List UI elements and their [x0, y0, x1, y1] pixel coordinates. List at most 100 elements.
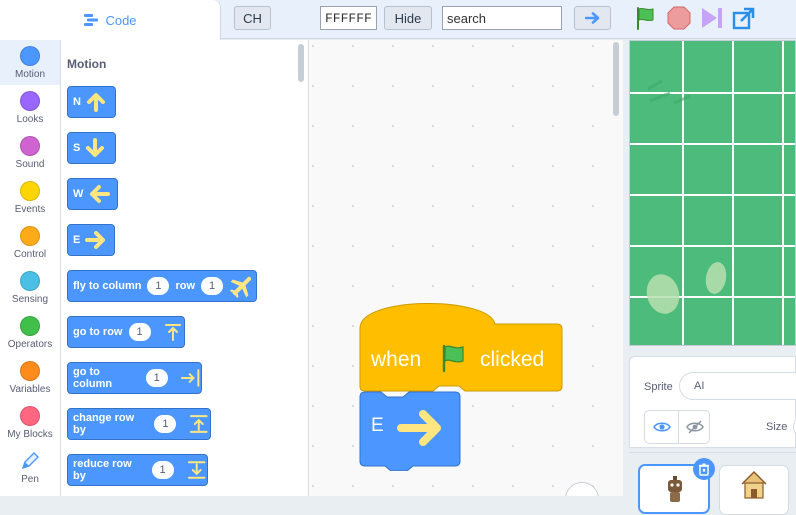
arrow-right-icon [85, 231, 106, 249]
hat-when-label: when [371, 348, 422, 371]
category-label: Pen [21, 473, 39, 485]
looks-category-icon [20, 90, 40, 111]
category-label: Looks [16, 113, 44, 125]
step-icon[interactable] [699, 5, 725, 31]
block-label: fly to column [73, 280, 142, 292]
arrow-up-icon [86, 93, 105, 112]
script-workspace[interactable]: when clicked E [309, 40, 623, 496]
events-category-icon [20, 180, 40, 201]
block-label: go to column [73, 366, 113, 390]
pen-category-icon [21, 451, 39, 469]
category-label: Operators [7, 338, 53, 350]
category-label: Sound [15, 158, 45, 170]
hide-sprite-button[interactable] [679, 411, 710, 443]
block-label: E [73, 234, 81, 246]
row-amount-input[interactable]: 1 [151, 461, 174, 479]
category-menu: Motion Looks Sound Events Control Sensin… [0, 40, 61, 496]
column-input[interactable]: 1 [145, 369, 168, 387]
block-west[interactable]: W [67, 178, 118, 210]
category-sound[interactable]: Sound [0, 130, 60, 175]
category-label: Control [13, 248, 47, 260]
search-input[interactable]: search [442, 6, 562, 30]
variables-category-icon [20, 360, 40, 381]
workspace-scrollbar[interactable] [613, 42, 619, 116]
block-label: change row by [73, 412, 135, 436]
stop-icon[interactable] [666, 5, 692, 31]
eye-hidden-icon [685, 420, 704, 434]
sprite-name-input[interactable]: AI [679, 372, 796, 400]
block-label: W [73, 188, 84, 200]
arrow-down-icon [86, 138, 105, 157]
show-sprite-button[interactable] [645, 411, 679, 443]
block-east[interactable]: E [67, 224, 115, 256]
block-label: N [73, 96, 81, 108]
robot-sprite-icon [668, 476, 682, 502]
block-south[interactable]: S [67, 132, 116, 164]
arrow-right-icon [397, 410, 441, 446]
sprite-info-pane: Sprite AI Size [629, 356, 796, 448]
category-label: Events [14, 203, 46, 215]
top-toolbar: Code CH FFFFFF Hide search [0, 0, 796, 40]
category-label: Sensing [11, 293, 49, 305]
category-looks[interactable]: Looks [0, 85, 60, 130]
category-variables[interactable]: Variables [0, 355, 60, 400]
sensing-category-icon [20, 270, 40, 291]
tab-code[interactable]: Code [0, 0, 221, 40]
category-motion[interactable]: Motion [0, 40, 60, 85]
block-label: go to row [73, 326, 123, 338]
airplane-icon [229, 276, 252, 299]
sound-category-icon [20, 135, 40, 156]
block-label: reduce row by [73, 458, 132, 482]
share-icon[interactable] [731, 5, 757, 31]
change-row-icon [190, 415, 209, 433]
visibility-toggle-group [644, 410, 710, 444]
my-blocks-category-icon [20, 405, 40, 426]
code-icon [84, 14, 99, 26]
block-go-to-row[interactable]: go to row 1 [67, 316, 185, 348]
eye-icon [652, 422, 671, 432]
block-label-row: row [175, 280, 196, 292]
category-operators[interactable]: Operators [0, 310, 60, 355]
category-sensing[interactable]: Sensing [0, 265, 60, 310]
block-go-to-column[interactable]: go to column 1 [67, 362, 202, 394]
arrow-right-icon [584, 12, 599, 24]
category-control[interactable]: Control [0, 220, 60, 265]
row-input[interactable]: 1 [128, 323, 151, 341]
row-input[interactable]: 1 [201, 277, 224, 295]
block-reduce-row-by[interactable]: reduce row by 1 [67, 454, 208, 486]
ch-button[interactable]: CH [234, 6, 271, 30]
delete-sprite-button[interactable] [693, 458, 715, 480]
column-input[interactable]: 1 [147, 277, 170, 295]
trash-icon [699, 463, 709, 476]
go-to-column-icon [180, 369, 200, 387]
zoom-button[interactable] [565, 482, 599, 496]
block-label: S [73, 142, 81, 154]
sprite-size-label: Size [766, 421, 788, 433]
sprite-name-label: Sprite [644, 381, 673, 393]
stage-grid [630, 41, 795, 345]
stage[interactable] [629, 40, 796, 346]
reduce-row-icon [187, 461, 206, 479]
category-label: Variables [9, 383, 51, 395]
hide-button[interactable]: Hide [384, 6, 432, 30]
color-hex-input[interactable]: FFFFFF [320, 6, 377, 30]
go-to-row-icon [164, 324, 181, 341]
search-go-button[interactable] [574, 6, 611, 30]
category-my-blocks[interactable]: My Blocks [0, 400, 60, 445]
block-change-row-by[interactable]: change row by 1 [67, 408, 211, 440]
category-label: My Blocks [7, 428, 53, 440]
block-north[interactable]: N [67, 86, 116, 118]
sprite-thumbnail[interactable] [719, 465, 789, 515]
palette-heading: Motion [67, 57, 107, 71]
category-events[interactable]: Events [0, 175, 60, 220]
sprite-list [629, 452, 796, 515]
motion-category-icon [20, 45, 40, 66]
category-pen[interactable]: Pen [0, 445, 60, 490]
row-amount-input[interactable]: 1 [154, 415, 177, 433]
green-flag-icon [442, 344, 464, 373]
block-fly-to-column[interactable]: fly to column 1 row 1 [67, 270, 257, 302]
green-flag-icon[interactable] [633, 5, 659, 31]
palette-scrollbar[interactable] [298, 44, 304, 82]
block-palette: Motion N S W E fly to column 1 row 1 go … [61, 40, 309, 496]
category-label: Motion [14, 68, 45, 80]
